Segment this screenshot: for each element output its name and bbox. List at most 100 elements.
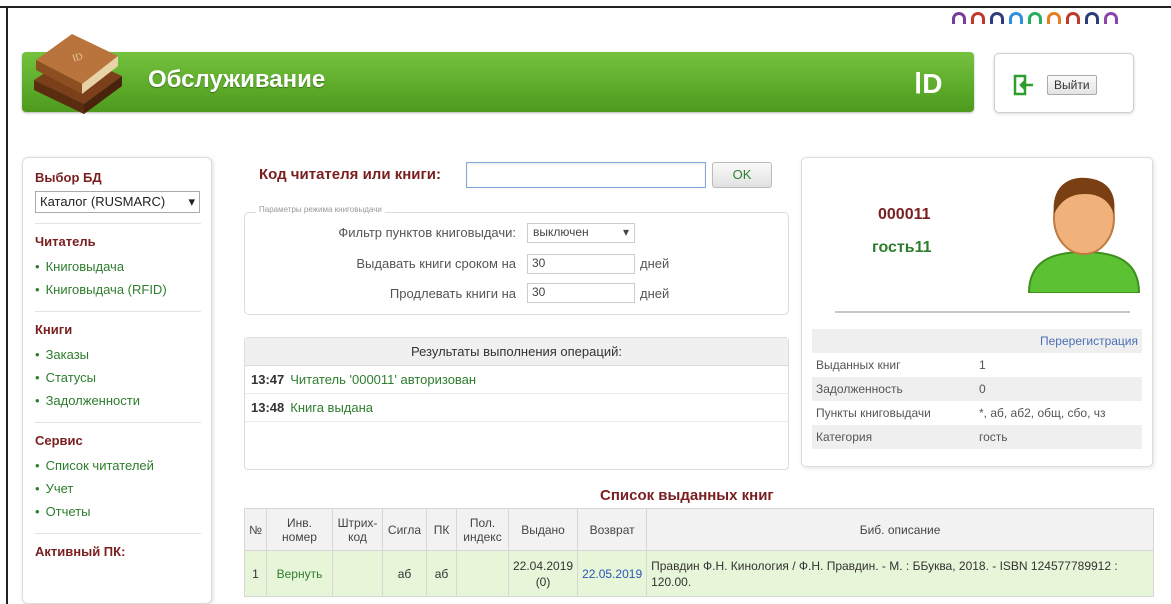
issued-date-cell: 22.04.2019 (0) [507,550,579,597]
header-logo: ⅠD [914,68,943,99]
bib-description-cell: Правдин Ф.Н. Кинология / Ф.Н. Правдин. -… [646,550,1154,597]
sidebar-item[interactable]: Задолженности [35,389,201,412]
sidebar-item[interactable]: Учет [35,477,201,500]
sidebar-section-heading: Сервис [35,433,83,448]
page-title: Обслуживание [148,66,326,93]
arch-icon [1047,12,1061,24]
extend-term-input[interactable]: 30 [527,283,635,303]
sidebar-item[interactable]: Книговыдача [35,255,201,278]
arch-icon [1028,12,1042,24]
reader-name: гость11 [872,239,932,256]
db-select-value: Каталог (RUSMARC) [40,194,166,209]
sidebar-divider [35,223,201,224]
reader-info-value: 1 [979,358,986,372]
search-label: Код читателя или книги: [259,166,441,183]
result-row: 13:47 Читатель '000011' авторизован [245,366,788,394]
sidebar-divider [35,422,201,423]
arch-icon [971,12,985,24]
return-book-link[interactable]: Вернуть [266,550,333,597]
reader-info-value: *, аб, аб2, общ, сбо, чз [979,406,1106,420]
chevron-down-icon: ▾ [622,225,629,239]
reader-info-key: Пункты книговыдачи [816,406,931,420]
issue-term-input[interactable]: 30 [527,254,635,274]
issued-books-title: Список выданных книг [600,487,774,504]
sidebar-db-heading: Выбор БД [35,170,102,185]
avatar-icon [1027,177,1141,293]
arch-icon [1009,12,1023,24]
books-logo-icon: ⅠD [34,34,122,114]
arch-icon [1085,12,1099,24]
sidebar-item[interactable]: Статусы [35,366,201,389]
column-header: Пол. индекс [456,508,509,551]
barcode-cell [332,550,383,597]
sidebar-section-heading: Книги [35,322,73,337]
pk-cell: аб [426,550,457,597]
reregister-link[interactable]: Перерегистрация [975,329,1142,353]
results-heading: Результаты выполнения операций: [245,338,788,366]
logout-button[interactable]: Выйти [1047,75,1097,95]
sidebar-section-heading: Читатель [35,234,96,249]
sidebar-item[interactable]: Книговыдача (RFID) [35,278,201,301]
sidebar-item[interactable]: Заказы [35,343,201,366]
shelf-index-cell [456,550,509,597]
filter-select-value: выключен [533,225,589,239]
params-legend: Параметры режима книговыдачи [256,205,385,214]
arch-icon [1104,12,1118,24]
logout-icon[interactable] [1013,74,1035,96]
results-list: 13:47 Читатель '000011' авторизован 13:48 К… [245,366,788,422]
db-select[interactable]: Каталог (RUSMARC) ▾ [35,191,200,213]
reader-info-value: 0 [975,377,1142,401]
result-time: 13:47 [251,372,285,387]
chevron-down-icon: ▾ [188,194,195,209]
arch-icon [990,12,1004,24]
sidebar-divider [35,311,201,312]
reader-info-key: Категория [812,425,975,449]
sidebar: Выбор БД Каталог (RUSMARC) ▾ Читатель Кни… [22,157,212,604]
column-header: Сигла [382,508,427,551]
ok-button[interactable]: OK [712,162,772,188]
reader-reregister-row: Перерегистрация [812,329,1142,353]
filter-select[interactable]: выключен ▾ [527,223,635,243]
sidebar-item[interactable]: Список читателей [35,454,201,477]
sidebar-section-heading: Активный ПК: [35,544,126,559]
result-message: Книга выдана [290,400,374,415]
window-top-border [0,6,1171,8]
reader-info-value: гость [975,425,1142,449]
result-time: 13:48 [251,400,285,415]
result-message: Читатель '000011' авторизован [290,372,477,387]
sidebar-divider [35,533,201,534]
column-header: ПК [426,508,457,551]
column-header: Штрих-код [332,508,383,551]
empty-cell [812,329,975,353]
extend-term-unit: дней [640,286,670,301]
results-panel: Результаты выполнения операций: 13:47 Чит… [244,337,789,470]
window-left-border [6,6,8,604]
column-header: Инв. номер [266,508,333,551]
logout-panel: Выйти [994,53,1134,113]
reader-info-row: Задолженность 0 [812,377,1142,401]
sidebar-sections: Читатель КниговыдачаКниговыдача (RFID) Кни… [35,223,201,559]
issue-term-label: Выдавать книги сроком на [356,256,516,271]
return-date-link[interactable]: 22.05.2019 [577,550,648,597]
issue-term-unit: дней [640,256,670,271]
column-header: № [244,508,267,551]
sidebar-item[interactable]: Отчеты [35,500,201,523]
column-header: Возврат [577,508,648,551]
reader-id: 000011 [878,206,931,223]
table-row: 1 Вернуть аб аб 22.04.2019 (0) 22.05.2019 Прав… [244,550,1154,597]
reader-info-key: Задолженность [812,377,975,401]
reader-info-table: Перерегистрация Выданных книг 1 Задолженнос… [812,329,1142,449]
arch-icon [1066,12,1080,24]
sigla-cell: аб [382,550,427,597]
extend-term-label: Продлевать книги на [389,286,516,301]
decorative-arches [952,12,1118,24]
search-input[interactable] [466,162,706,188]
reader-divider [835,311,1130,313]
column-header: Биб. описание [646,508,1154,551]
reader-info-row: Категория гость [812,425,1142,449]
reader-info-row: Пункты книговыдачи *, аб, аб2, общ, сбо, … [812,401,1142,425]
reader-info-row: Выданных книг 1 [812,353,1142,377]
issued-books-table: № Инв. номер Штрих-код Сигла ПК Пол. индекс Вы… [244,508,1154,597]
arch-icon [952,12,966,24]
row-number: 1 [244,550,267,597]
